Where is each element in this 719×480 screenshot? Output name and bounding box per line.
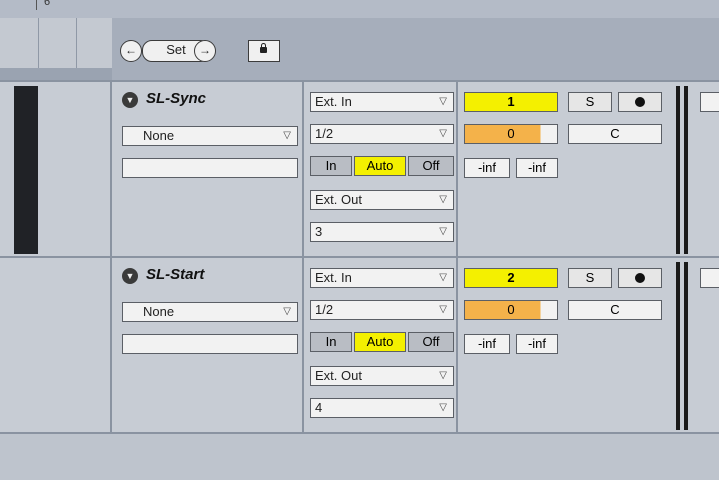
input-channel-label: 1/2	[315, 302, 334, 317]
fold-icon[interactable]: ▼	[122, 92, 138, 108]
track-name[interactable]: SL-Start	[146, 266, 204, 283]
next-column-field[interactable]	[700, 268, 719, 288]
track-name[interactable]: SL-Sync	[146, 90, 206, 107]
track-sl-sync: ▼ SL-Sync None Ext. In 1/2 In Auto Off E…	[0, 80, 719, 258]
volume-field[interactable]: 0	[464, 300, 558, 320]
input-type-select[interactable]: Ext. In	[310, 92, 454, 112]
strip-scroll[interactable]	[0, 68, 112, 80]
arrow-right-icon: →	[199, 43, 211, 57]
volume-field[interactable]: 0	[464, 124, 558, 144]
meter-left-readout: -inf	[464, 334, 510, 354]
meter-left-readout: -inf	[464, 158, 510, 178]
track-activator-button[interactable]: 1	[464, 92, 558, 112]
fold-icon[interactable]: ▼	[122, 268, 138, 284]
clip-slot[interactable]	[14, 86, 38, 254]
meter-bar-left	[676, 86, 680, 254]
device-select[interactable]: None	[122, 126, 298, 146]
track-sl-start: ▼ SL-Start None Ext. In 1/2 In Auto Off …	[0, 256, 719, 434]
monitor-in-button[interactable]: In	[310, 332, 352, 352]
next-column-field[interactable]	[700, 92, 719, 112]
solo-button[interactable]: S	[568, 268, 612, 288]
output-channel-label: 3	[315, 224, 323, 239]
output-channel-label: 4	[315, 400, 323, 415]
prev-locator-button[interactable]: ←	[120, 40, 142, 62]
monitor-off-button[interactable]: Off	[408, 332, 454, 352]
next-locator-button[interactable]: →	[194, 40, 216, 62]
meter-bar-right	[684, 262, 688, 430]
device-slot[interactable]	[122, 158, 298, 178]
timeline-ruler: 6	[0, 0, 719, 18]
monitor-auto-button[interactable]: Auto	[354, 332, 406, 352]
record-arm-button[interactable]	[618, 92, 662, 112]
ruler-label: 6	[44, 0, 51, 8]
monitor-in-button[interactable]: In	[310, 156, 352, 176]
input-type-select[interactable]: Ext. In	[310, 268, 454, 288]
lock-icon[interactable]	[248, 40, 280, 62]
device-select[interactable]: None	[122, 302, 298, 322]
meter-right-readout: -inf	[516, 158, 558, 178]
solo-button[interactable]: S	[568, 92, 612, 112]
track-activator-button[interactable]: 2	[464, 268, 558, 288]
drop-area[interactable]	[0, 432, 719, 480]
arrow-left-icon: ←	[125, 43, 137, 57]
output-channel-select[interactable]: 4	[310, 398, 454, 418]
meter-bar-left	[676, 262, 680, 430]
meter-bar-right	[684, 86, 688, 254]
ruler-tick	[36, 0, 37, 10]
monitor-auto-button[interactable]: Auto	[354, 156, 406, 176]
meter-right-readout: -inf	[516, 334, 558, 354]
record-arm-button[interactable]	[618, 268, 662, 288]
pan-field[interactable]: C	[568, 124, 662, 144]
input-channel-label: 1/2	[315, 126, 334, 141]
input-channel-select[interactable]: 1/2	[310, 124, 454, 144]
monitor-off-button[interactable]: Off	[408, 156, 454, 176]
pan-field[interactable]: C	[568, 300, 662, 320]
input-channel-select[interactable]: 1/2	[310, 300, 454, 320]
output-type-select[interactable]: Ext. Out	[310, 366, 454, 386]
device-slot[interactable]	[122, 334, 298, 354]
output-channel-select[interactable]: 3	[310, 222, 454, 242]
output-type-select[interactable]: Ext. Out	[310, 190, 454, 210]
